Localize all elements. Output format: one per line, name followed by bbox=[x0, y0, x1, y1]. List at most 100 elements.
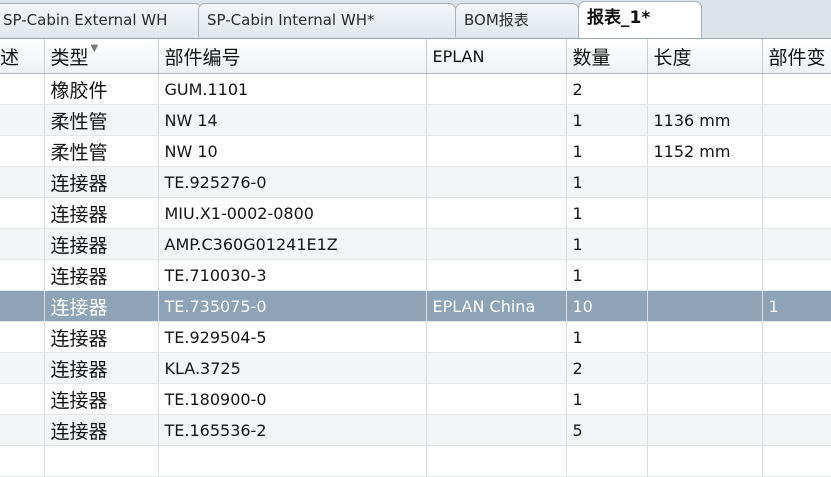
cell-part-variant[interactable] bbox=[762, 352, 831, 384]
cell-part-variant[interactable] bbox=[762, 259, 831, 291]
cell-length[interactable] bbox=[647, 352, 763, 384]
column-header-part-number[interactable]: 部件编号 bbox=[158, 39, 427, 74]
cell-description[interactable] bbox=[0, 445, 45, 477]
cell-eplan[interactable] bbox=[426, 197, 567, 229]
column-header-quantity[interactable]: 数量 bbox=[566, 39, 648, 74]
column-header-eplan[interactable]: EPLAN bbox=[426, 39, 567, 74]
cell-type[interactable]: 连接器 bbox=[44, 321, 159, 353]
cell-length[interactable] bbox=[647, 414, 763, 446]
cell-type[interactable]: 连接器 bbox=[44, 290, 159, 322]
cell-length[interactable]: 1152 mm bbox=[647, 135, 763, 167]
cell-part-number[interactable]: NW 14 bbox=[158, 104, 427, 136]
cell-type[interactable]: 柔性管 bbox=[44, 135, 159, 167]
cell-part-number[interactable]: MIU.X1-0002-0800 bbox=[158, 197, 427, 229]
cell-type[interactable]: 连接器 bbox=[44, 383, 159, 415]
cell-part-number[interactable]: KLA.3725 bbox=[158, 352, 427, 384]
cell-length[interactable] bbox=[647, 445, 763, 477]
cell-type[interactable]: 连接器 bbox=[44, 197, 159, 229]
table-row[interactable]: 连接器 TE.929504-5 1 bbox=[0, 321, 831, 353]
cell-part-variant[interactable] bbox=[762, 197, 831, 229]
table-row[interactable]: 连接器 TE.710030-3 1 bbox=[0, 259, 831, 291]
table-row[interactable]: 连接器 TE.735075-0 EPLAN China 10 1 bbox=[0, 290, 831, 322]
cell-description[interactable] bbox=[0, 228, 45, 260]
cell-type[interactable]: 连接器 bbox=[44, 259, 159, 291]
table-row[interactable]: 连接器 TE.925276-0 1 bbox=[0, 166, 831, 198]
cell-part-number[interactable]: GUM.1101 bbox=[158, 73, 427, 105]
cell-quantity[interactable]: 2 bbox=[566, 352, 648, 384]
cell-quantity[interactable]: 2 bbox=[566, 73, 648, 105]
cell-description[interactable] bbox=[0, 321, 45, 353]
cell-eplan[interactable] bbox=[426, 73, 567, 105]
table-row[interactable]: 连接器 MIU.X1-0002-0800 1 bbox=[0, 197, 831, 229]
cell-part-number[interactable]: TE.735075-0 bbox=[158, 290, 427, 322]
cell-eplan[interactable] bbox=[426, 445, 567, 477]
cell-quantity[interactable]: 1 bbox=[566, 104, 648, 136]
cell-description[interactable] bbox=[0, 352, 45, 384]
cell-description[interactable] bbox=[0, 73, 45, 105]
cell-length[interactable] bbox=[647, 321, 763, 353]
cell-description[interactable] bbox=[0, 290, 45, 322]
table-row[interactable]: 连接器 TE.165536-2 5 bbox=[0, 414, 831, 446]
cell-length[interactable] bbox=[647, 73, 763, 105]
cell-eplan[interactable]: EPLAN China bbox=[426, 290, 567, 322]
cell-description[interactable] bbox=[0, 197, 45, 229]
cell-part-variant[interactable] bbox=[762, 414, 831, 446]
cell-description[interactable] bbox=[0, 414, 45, 446]
cell-description[interactable] bbox=[0, 383, 45, 415]
cell-length[interactable] bbox=[647, 383, 763, 415]
cell-eplan[interactable] bbox=[426, 414, 567, 446]
cell-part-variant[interactable] bbox=[762, 321, 831, 353]
cell-eplan[interactable] bbox=[426, 383, 567, 415]
cell-part-number[interactable]: AMP.C360G01241E1Z bbox=[158, 228, 427, 260]
cell-length[interactable] bbox=[647, 197, 763, 229]
cell-part-variant[interactable] bbox=[762, 383, 831, 415]
cell-part-number[interactable]: TE.710030-3 bbox=[158, 259, 427, 291]
cell-eplan[interactable] bbox=[426, 259, 567, 291]
cell-eplan[interactable] bbox=[426, 321, 567, 353]
tab-report-1[interactable]: 报表_1* bbox=[578, 1, 702, 38]
cell-type[interactable]: 连接器 bbox=[44, 414, 159, 446]
cell-part-number[interactable]: TE.929504-5 bbox=[158, 321, 427, 353]
cell-description[interactable] bbox=[0, 166, 45, 198]
cell-description[interactable] bbox=[0, 259, 45, 291]
cell-part-variant[interactable] bbox=[762, 135, 831, 167]
column-header-type[interactable]: 类型 ▼ bbox=[44, 39, 159, 74]
cell-description[interactable] bbox=[0, 135, 45, 167]
cell-part-variant[interactable] bbox=[762, 445, 831, 477]
table-row[interactable]: 连接器 KLA.3725 2 bbox=[0, 352, 831, 384]
cell-eplan[interactable] bbox=[426, 104, 567, 136]
cell-quantity[interactable]: 1 bbox=[566, 383, 648, 415]
cell-quantity[interactable]: 1 bbox=[566, 259, 648, 291]
cell-length[interactable] bbox=[647, 259, 763, 291]
table-row[interactable]: 柔性管 NW 14 1 1136 mm bbox=[0, 104, 831, 136]
cell-quantity[interactable] bbox=[566, 445, 648, 477]
cell-length[interactable] bbox=[647, 290, 763, 322]
cell-quantity[interactable]: 1 bbox=[566, 166, 648, 198]
cell-length[interactable]: 1136 mm bbox=[647, 104, 763, 136]
cell-part-variant[interactable] bbox=[762, 73, 831, 105]
cell-type[interactable]: 连接器 bbox=[44, 352, 159, 384]
cell-part-variant[interactable] bbox=[762, 104, 831, 136]
column-header-description[interactable]: 述 bbox=[0, 39, 45, 74]
cell-part-number[interactable] bbox=[158, 445, 427, 477]
tab-bom-report[interactable]: BOM报表 bbox=[455, 3, 579, 37]
cell-eplan[interactable] bbox=[426, 166, 567, 198]
cell-description[interactable] bbox=[0, 104, 45, 136]
cell-eplan[interactable] bbox=[426, 352, 567, 384]
table-row[interactable]: 连接器 TE.180900-0 1 bbox=[0, 383, 831, 415]
cell-length[interactable] bbox=[647, 166, 763, 198]
cell-quantity[interactable]: 1 bbox=[566, 228, 648, 260]
tab-sp-cabin-internal-wh[interactable]: SP-Cabin Internal WH* bbox=[198, 3, 456, 37]
cell-quantity[interactable]: 5 bbox=[566, 414, 648, 446]
cell-part-variant[interactable] bbox=[762, 228, 831, 260]
cell-part-number[interactable]: TE.925276-0 bbox=[158, 166, 427, 198]
column-header-part-variant[interactable]: 部件变 bbox=[762, 39, 831, 74]
cell-type[interactable]: 连接器 bbox=[44, 166, 159, 198]
cell-quantity[interactable]: 1 bbox=[566, 321, 648, 353]
column-header-length[interactable]: 长度 bbox=[647, 39, 763, 74]
cell-part-number[interactable]: TE.180900-0 bbox=[158, 383, 427, 415]
cell-type[interactable]: 橡胶件 bbox=[44, 73, 159, 105]
table-row[interactable] bbox=[0, 445, 831, 477]
cell-part-number[interactable]: TE.165536-2 bbox=[158, 414, 427, 446]
table-row[interactable]: 柔性管 NW 10 1 1152 mm bbox=[0, 135, 831, 167]
